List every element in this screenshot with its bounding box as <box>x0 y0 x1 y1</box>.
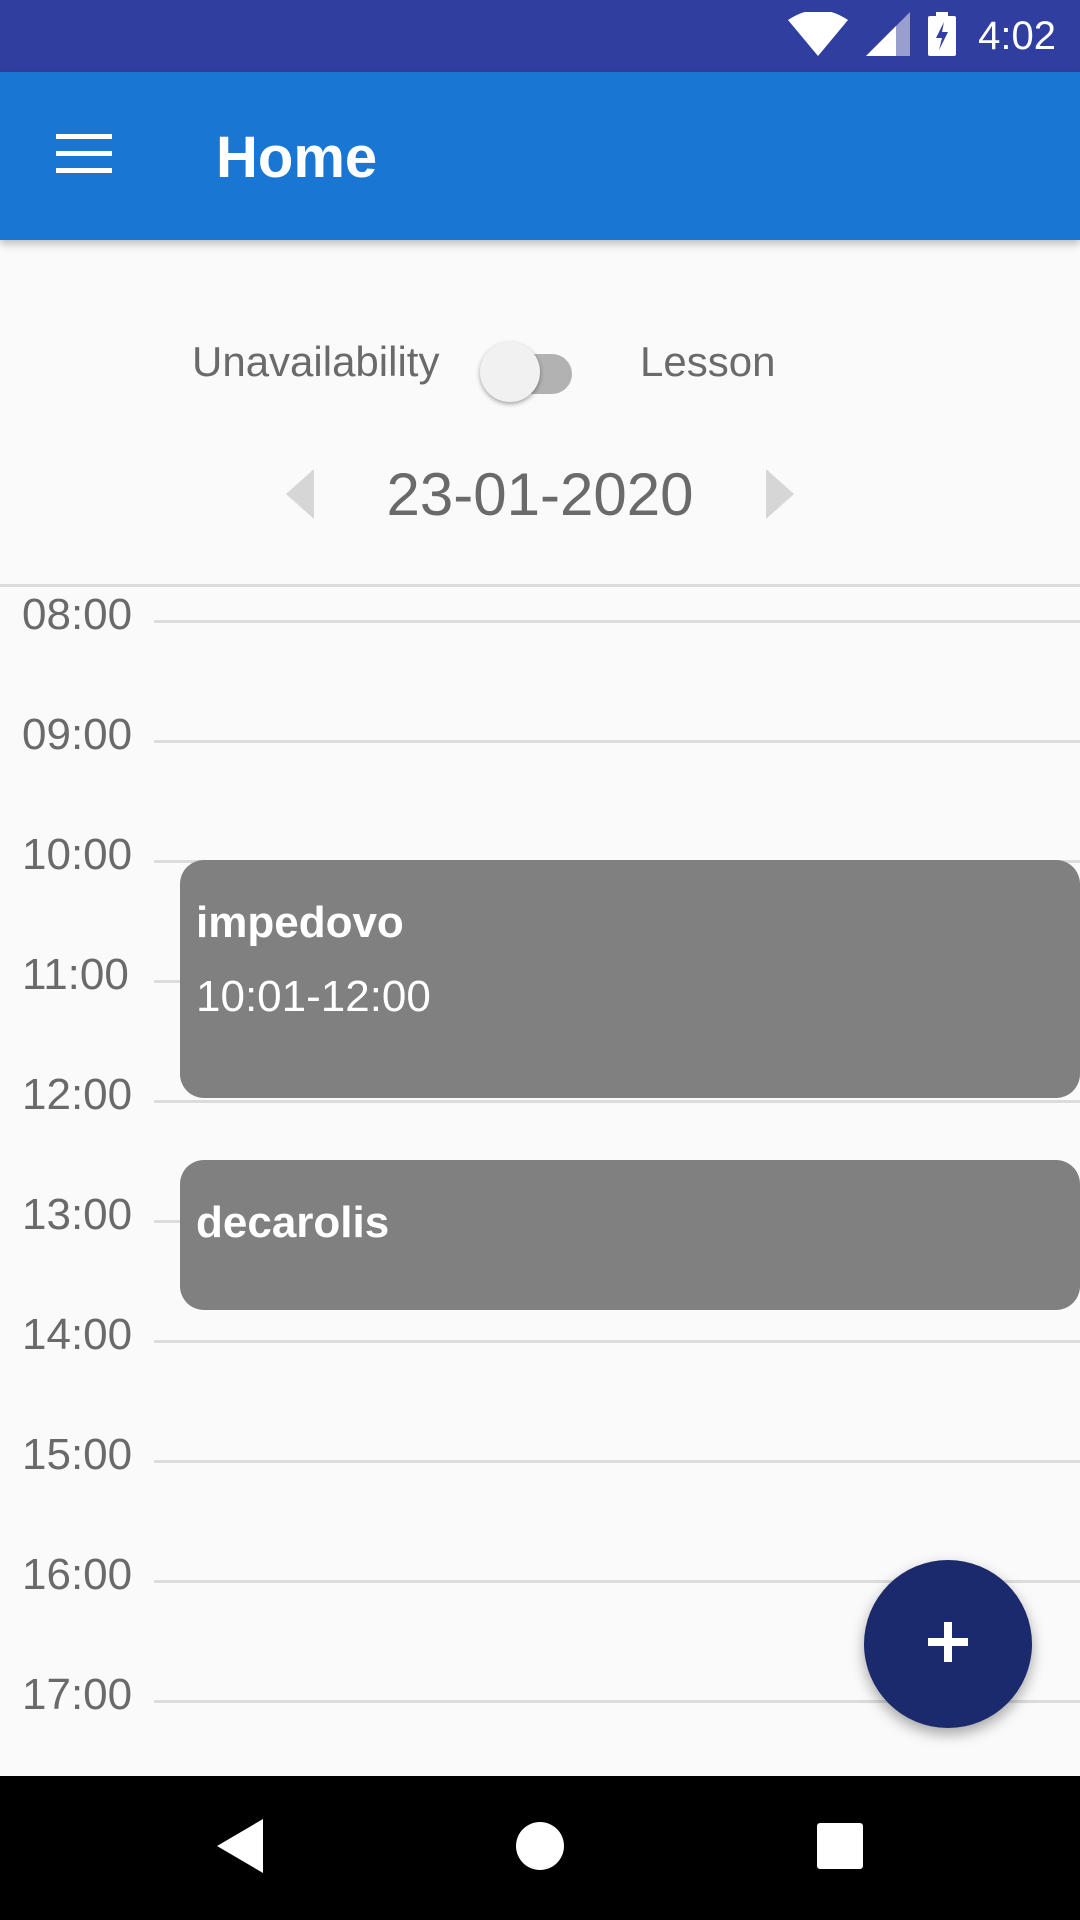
event-card[interactable]: impedovo 10:01-12:00 <box>180 860 1080 1098</box>
hour-label: 08:00 <box>22 590 133 639</box>
hamburger-menu-icon <box>56 133 112 179</box>
page-title: Home <box>216 125 378 190</box>
app-bar: Home <box>0 72 1080 240</box>
mode-switch[interactable] <box>480 336 580 402</box>
event-title: decarolis <box>196 1198 390 1247</box>
lesson-label: Lesson <box>640 338 776 385</box>
current-date: 23-01-2020 <box>386 461 694 528</box>
hour-label: 17:00 <box>22 1670 133 1719</box>
cell-signal-icon <box>866 11 911 61</box>
status-icons: 4:02 <box>788 0 1056 72</box>
hour-row: 08:00 <box>0 590 1080 650</box>
status-time: 4:02 <box>978 13 1056 58</box>
home-icon <box>515 1821 565 1876</box>
recents-icon <box>817 1822 863 1874</box>
event-time: 10:01-12:00 <box>196 972 431 1021</box>
mode-toggle-row: Unavailability Lesson <box>0 320 1080 404</box>
hour-label: 11:00 <box>22 950 129 999</box>
chevron-right-icon <box>766 468 794 524</box>
event-title: impedovo <box>196 898 404 947</box>
header-divider <box>0 584 1080 587</box>
hour-row: 09:00 <box>0 710 1080 770</box>
add-event-button[interactable] <box>864 1560 1032 1728</box>
hour-row: 15:00 <box>0 1430 1080 1490</box>
hour-label: 16:00 <box>22 1550 133 1599</box>
hour-gridline <box>154 1100 1080 1103</box>
status-bar: 4:02 <box>0 0 1080 72</box>
system-nav-bar <box>0 1776 1080 1920</box>
home-button[interactable] <box>500 1808 580 1888</box>
back-button[interactable] <box>200 1808 280 1888</box>
hour-gridline <box>154 740 1080 743</box>
next-date-button[interactable] <box>760 468 800 524</box>
recents-button[interactable] <box>800 1808 880 1888</box>
wifi-icon <box>788 9 849 61</box>
prev-date-button[interactable] <box>280 468 320 524</box>
menu-button[interactable] <box>40 112 128 200</box>
unavailability-label: Unavailability <box>192 338 440 385</box>
hour-label: 15:00 <box>22 1430 133 1479</box>
back-icon <box>215 1818 265 1878</box>
hour-label: 14:00 <box>22 1310 133 1359</box>
hour-gridline <box>154 1340 1080 1343</box>
battery-charging-icon <box>928 11 957 61</box>
hour-label: 13:00 <box>22 1190 133 1239</box>
switch-thumb <box>480 342 540 402</box>
hour-label: 10:00 <box>22 830 133 879</box>
hour-gridline <box>154 620 1080 623</box>
event-card[interactable]: decarolis <box>180 1160 1080 1310</box>
hour-label: 12:00 <box>22 1070 133 1119</box>
hour-label: 09:00 <box>22 710 133 759</box>
chevron-left-icon <box>286 468 314 524</box>
hour-row: 14:00 <box>0 1310 1080 1370</box>
hour-gridline <box>154 1460 1080 1463</box>
plus-icon <box>926 1620 970 1669</box>
date-navigator: 23-01-2020 <box>0 450 1080 540</box>
